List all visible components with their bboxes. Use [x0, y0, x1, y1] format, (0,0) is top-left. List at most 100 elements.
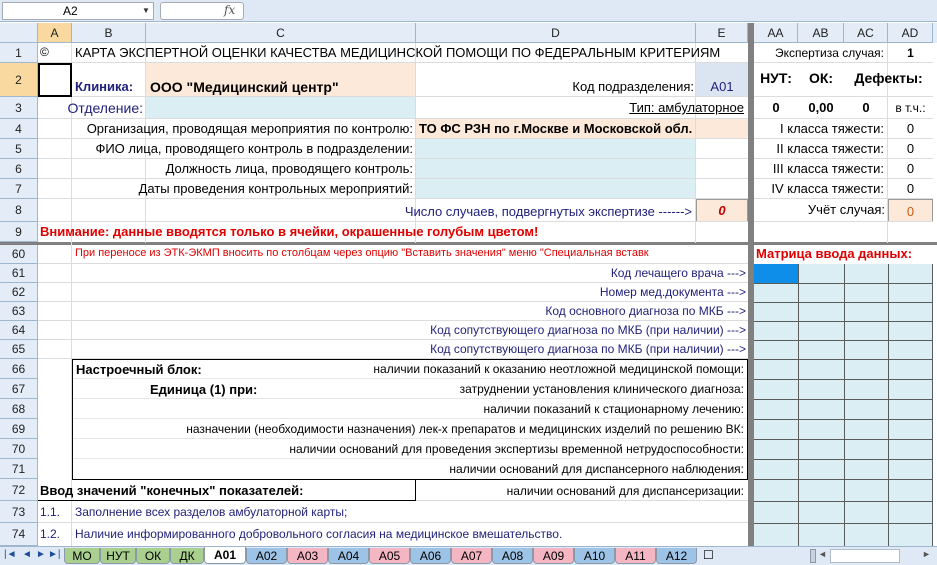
dept-code-label: Код подразделения:	[572, 79, 694, 94]
row-header[interactable]: 74	[0, 523, 38, 546]
including-label: в т.ч.:	[895, 101, 926, 115]
sheet-tab-active[interactable]: А01	[204, 547, 246, 564]
row-header[interactable]: 72	[0, 479, 38, 501]
class3-label: III класса тяжести:	[772, 161, 884, 176]
row-header[interactable]: 66	[0, 359, 38, 379]
sheet-tab[interactable]: А03	[287, 548, 328, 564]
dispensarization-criterion: наличии оснований для диспансеризации:	[506, 484, 744, 498]
sheet-tab[interactable]: А02	[246, 548, 287, 564]
expertise-value: 1	[907, 46, 914, 60]
main-diagnosis-label: Код основного диагноза по МКБ --->	[545, 304, 746, 318]
row-header[interactable]: 68	[0, 399, 38, 419]
name-box[interactable]: A2	[2, 2, 154, 20]
sheet-tab[interactable]: А04	[328, 548, 369, 564]
dept-code-value: A01	[710, 79, 734, 94]
sheet-tab[interactable]: А12	[656, 548, 697, 564]
row-header[interactable]: 70	[0, 439, 38, 459]
item-number: 1.2.	[40, 527, 61, 541]
matrix-label: Матрица ввода данных:	[756, 246, 913, 261]
horizontal-scrollbar[interactable]	[830, 549, 900, 563]
dates-label: Даты проведения контрольных мероприятий:	[138, 181, 413, 196]
insert-sheet-icon[interactable]: ☐	[703, 548, 717, 562]
col-header-ac[interactable]: AC	[844, 23, 888, 43]
row-header[interactable]: 7	[0, 179, 38, 199]
med-doc-number-label: Номер мед.документа --->	[599, 285, 746, 299]
col-header-d[interactable]: D	[416, 23, 696, 43]
org-label: Организация, проводящая мероприятия по к…	[86, 121, 413, 136]
sheet-tab[interactable]: А06	[410, 548, 451, 564]
class3-value: 0	[906, 161, 915, 176]
row-header[interactable]: 62	[0, 283, 38, 302]
row-header[interactable]: 8	[0, 199, 38, 222]
selected-cell-a2[interactable]	[38, 63, 72, 97]
row-header[interactable]: 6	[0, 159, 38, 179]
sheet-tab[interactable]: А08	[492, 548, 533, 564]
select-all-corner[interactable]	[0, 23, 38, 43]
sheet-tab[interactable]: ДК	[170, 548, 204, 564]
diagnosis-difficulty-criterion: затруднении установления клинического ди…	[459, 382, 744, 396]
item-number: 1.1.	[40, 505, 61, 519]
clinic-value[interactable]: ООО "Медицинский центр"	[150, 79, 339, 95]
row-header[interactable]: 9	[0, 222, 38, 242]
sheet-tab[interactable]: А09	[533, 548, 574, 564]
page-title: КАРТА ЭКСПЕРТНОЙ ОЦЕНКИ КАЧЕСТВА МЕДИЦИН…	[75, 45, 721, 60]
row-header[interactable]: 2	[0, 63, 38, 97]
row-header[interactable]: 73	[0, 501, 38, 523]
scroll-left-icon[interactable]: ◄	[818, 549, 827, 559]
col-header-b[interactable]: B	[72, 23, 146, 43]
cases-count-value: 0	[718, 203, 726, 218]
row-header[interactable]: 65	[0, 340, 38, 359]
case-account-value: 0	[906, 204, 915, 219]
row-header[interactable]: 3	[0, 97, 38, 119]
col-header-c[interactable]: C	[146, 23, 416, 43]
inspector-inputs[interactable]	[416, 139, 696, 199]
department-input[interactable]	[146, 97, 416, 119]
row-header[interactable]: 1	[0, 43, 38, 63]
tab-split-handle[interactable]	[810, 549, 816, 563]
sheet-tab[interactable]: А05	[369, 548, 410, 564]
clinic-label: Клиника:	[75, 79, 134, 94]
inspector-position-label: Должность лица, проводящего контроль:	[165, 161, 413, 176]
class1-value: 0	[906, 121, 915, 136]
cases-count-label: Число случаев, подвергнутых экспертизе -…	[404, 204, 692, 219]
row-header[interactable]: 61	[0, 264, 38, 283]
freeze-split-bar-h[interactable]	[0, 242, 937, 245]
col-header-ad[interactable]: AD	[888, 23, 933, 43]
case-account-label: Учёт случая:	[807, 202, 885, 217]
row-header[interactable]: 67	[0, 379, 38, 399]
row-header[interactable]: 5	[0, 139, 38, 159]
first-sheet-icon[interactable]: |◄	[4, 549, 17, 560]
row-header[interactable]: 60	[0, 245, 38, 264]
type-label: Тип: амбулаторное	[629, 100, 744, 115]
next-sheet-icon[interactable]: ►	[36, 549, 46, 560]
col-header-aa[interactable]: AA	[754, 23, 798, 43]
disability-criterion: наличии оснований для проведения эксперт…	[289, 442, 744, 456]
inspector-name-label: ФИО лица, проводящего контроль в подразд…	[95, 141, 413, 156]
final-values-title: Ввод значений "конечных" показателей:	[40, 483, 304, 498]
col-header-e[interactable]: E	[696, 23, 748, 43]
sheet-tab[interactable]: А07	[451, 548, 492, 564]
col-header-ab[interactable]: AB	[798, 23, 844, 43]
row-header[interactable]: 63	[0, 302, 38, 321]
last-sheet-icon[interactable]: ►|	[48, 549, 61, 560]
sheet-tab[interactable]: А10	[574, 548, 615, 564]
comorbid-diagnosis-label: Код сопутствующего диагноза по МКБ (при …	[430, 323, 746, 337]
settings-block-title: Настроечный блок:	[76, 362, 202, 377]
scroll-right-icon[interactable]: ►	[922, 549, 931, 559]
col-header-a[interactable]: A	[38, 23, 72, 43]
sheet-tab[interactable]: ОК	[136, 548, 170, 564]
prev-sheet-icon[interactable]: ◄	[22, 549, 32, 560]
row-header[interactable]: 71	[0, 459, 38, 479]
matrix-grid	[754, 264, 933, 546]
row-header[interactable]: 69	[0, 419, 38, 439]
row-header[interactable]: 64	[0, 321, 38, 340]
sheet-tab[interactable]: А11	[615, 548, 656, 564]
department-label: Отделение:	[67, 100, 143, 116]
sheet-tab[interactable]: МО	[64, 548, 100, 564]
class1-label: I класса тяжести:	[780, 121, 884, 136]
function-icon[interactable]: fx	[224, 3, 235, 17]
row-header[interactable]: 4	[0, 119, 38, 139]
sheet-tab[interactable]: НУТ	[100, 548, 136, 564]
chevron-down-icon[interactable]: ▼	[142, 6, 150, 15]
nut-value: 0	[772, 100, 780, 115]
